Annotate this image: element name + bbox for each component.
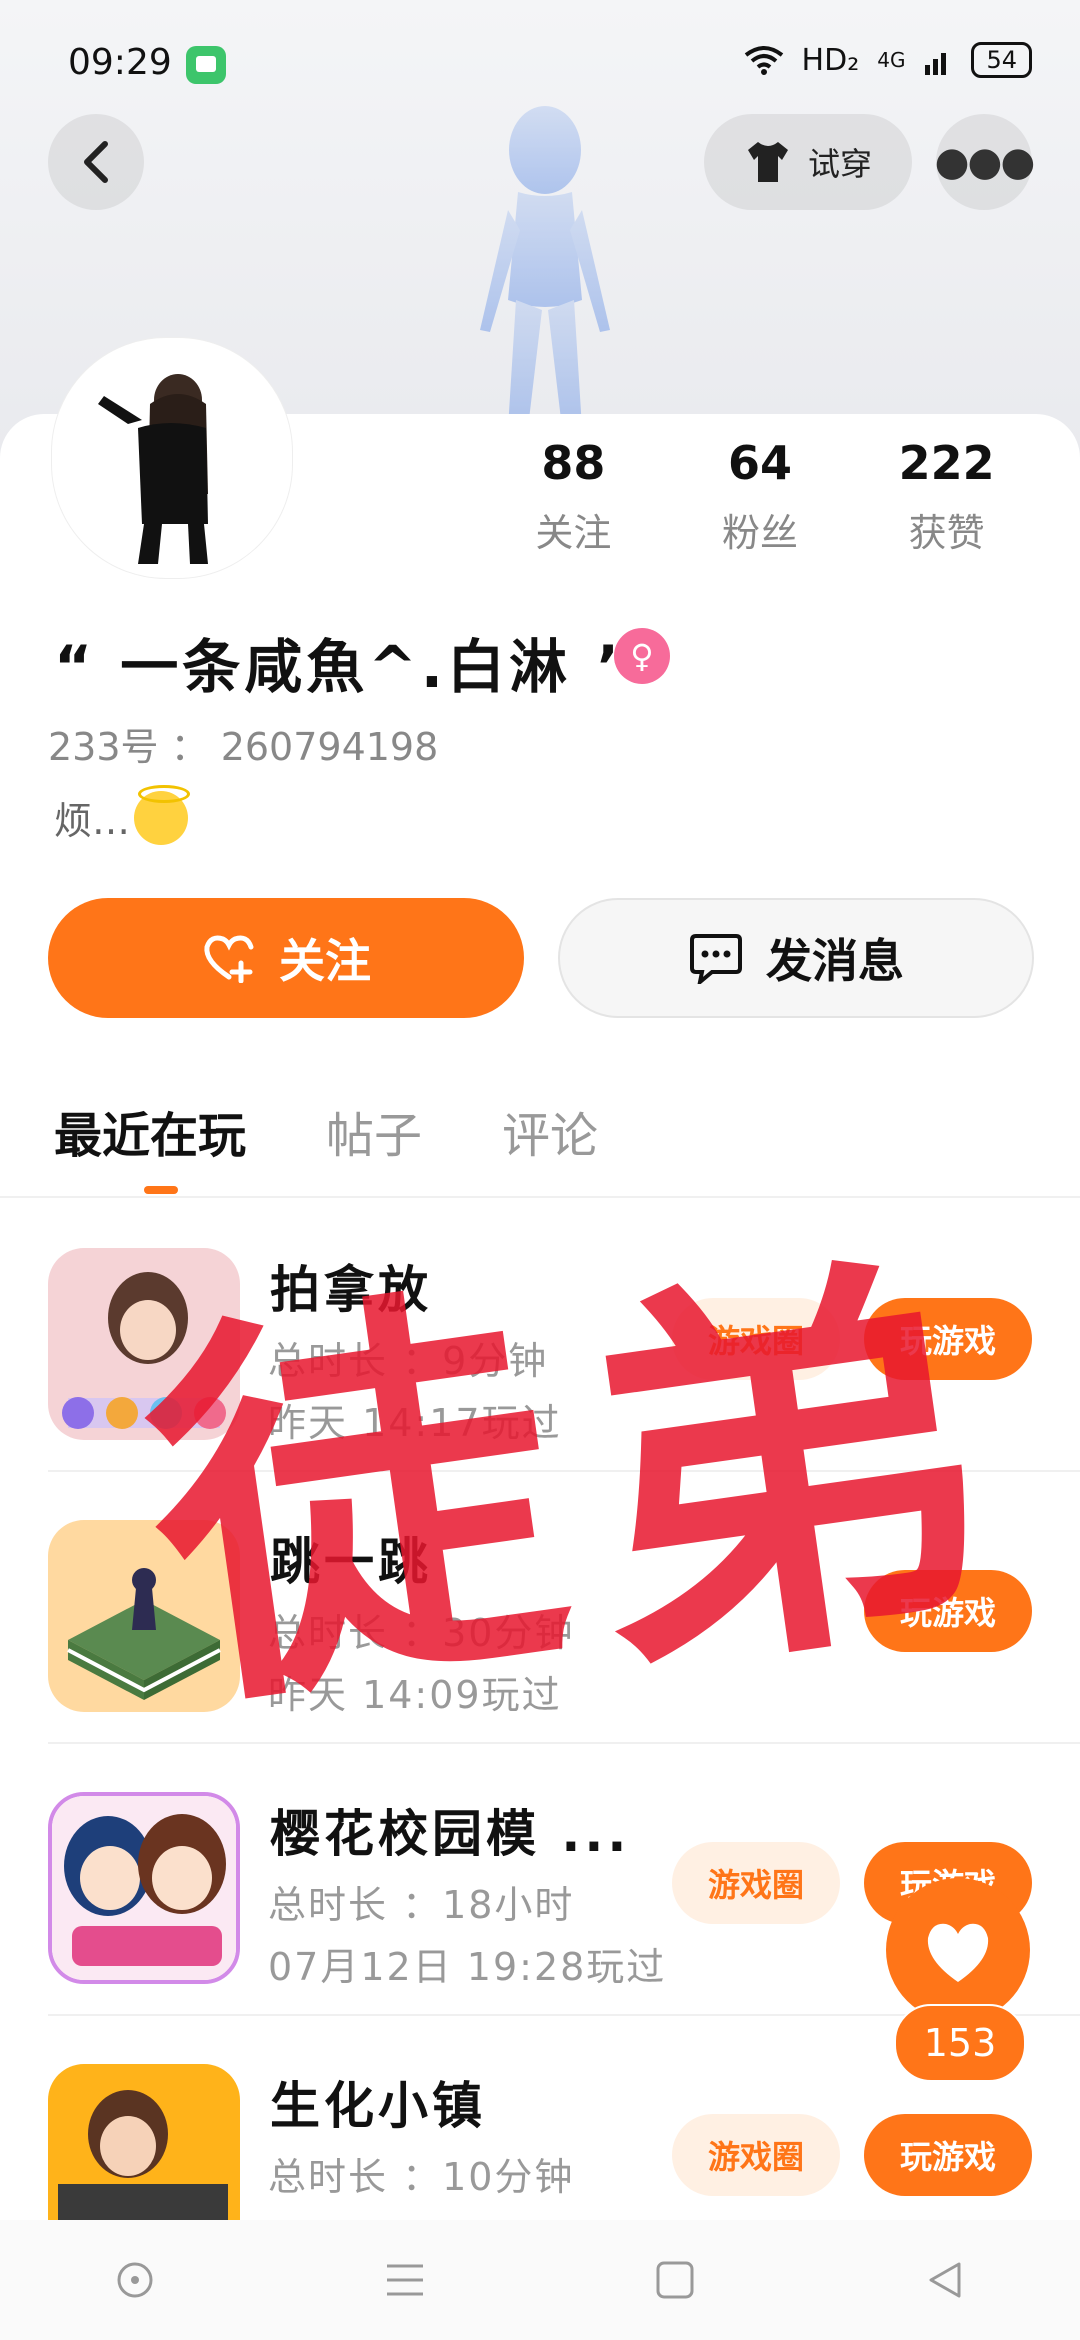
stat-value: 222 <box>898 436 995 490</box>
profile-bio: 烦… <box>54 784 191 845</box>
back-button[interactable] <box>48 114 144 210</box>
more-options-button[interactable]: ●●● <box>934 114 1036 210</box>
game-last-played: 07月12日 19:28玩过 <box>268 1945 667 1989</box>
status-time: 09:29 <box>68 42 172 83</box>
more-icon: ●●● <box>934 139 1036 185</box>
send-message-button[interactable]: 发消息 <box>558 898 1034 1018</box>
heart-icon <box>927 1923 989 1982</box>
menu-icon <box>387 2264 423 2296</box>
stat-value: 88 <box>541 436 606 490</box>
stat-label: 获赞 <box>908 511 985 555</box>
tab-recently-played[interactable]: 最近在玩 <box>54 1096 246 1166</box>
play-game-button[interactable]: 玩游戏 <box>864 2114 1032 2196</box>
circle-dot-icon <box>117 2262 153 2298</box>
tshirt-icon <box>747 142 788 182</box>
stat-following[interactable]: 88 关注 <box>480 436 667 557</box>
try-on-button[interactable]: 试穿 <box>704 114 912 210</box>
stat-label: 粉丝 <box>722 511 799 555</box>
game-circle-button[interactable]: 游戏圈 <box>672 2114 840 2196</box>
avatar-hologram <box>480 106 610 428</box>
user-id: 233号 ： 260794198 <box>48 725 439 769</box>
game-icon-sakura-school <box>48 1792 240 1984</box>
profile-stats: 88 关注 64 粉丝 222 获赞 <box>480 436 1040 557</box>
game-icon-biohazard-town <box>48 2064 240 2220</box>
stat-value: 64 <box>728 436 793 490</box>
wifi-icon <box>744 46 783 75</box>
like-count-badge: 153 <box>894 2004 1026 2082</box>
game-total-time: 总时长 ：18小时 <box>268 1883 575 1927</box>
signal-icon <box>925 53 947 75</box>
battery-indicator: 54 <box>971 42 1032 78</box>
watermark-char: 弟 <box>553 1212 1016 1734</box>
profile-nickname: “ 一条咸魚^.白淋 ” <box>54 633 638 701</box>
network-label: HD₂ <box>801 42 860 78</box>
stat-followers[interactable]: 64 粉丝 <box>667 436 854 557</box>
bio-text: 烦… <box>54 799 131 843</box>
assistant-nav-button[interactable] <box>105 2250 165 2310</box>
game-circle-button[interactable]: 游戏圈 <box>672 1842 840 1924</box>
floating-like-button[interactable] <box>886 1878 1030 2022</box>
avatar-image <box>58 344 286 572</box>
game-title: 生化小镇 <box>270 2077 486 2135</box>
try-on-label: 试穿 <box>807 145 872 183</box>
follow-label: 关注 <box>279 934 371 988</box>
game-total-time: 总时长 ：10分钟 <box>268 2155 575 2199</box>
active-tab-indicator <box>144 1186 178 1194</box>
send-message-label: 发消息 <box>766 934 904 988</box>
square-icon <box>656 2261 694 2299</box>
triangle-back-icon <box>929 2262 961 2298</box>
follow-button[interactable]: 关注 <box>48 898 524 1018</box>
signal-type: 4G <box>877 48 906 72</box>
status-indicators: HD₂ 4G 54 <box>744 42 1032 78</box>
chevron-left-icon <box>84 141 108 183</box>
tab-posts[interactable]: 帖子 <box>326 1096 422 1166</box>
stat-likes[interactable]: 222 获赞 <box>853 436 1040 557</box>
menu-nav-button[interactable] <box>375 2250 435 2310</box>
system-navigation-bar <box>0 2220 1080 2340</box>
tab-comments[interactable]: 评论 <box>502 1096 598 1166</box>
avatar[interactable] <box>52 338 292 578</box>
profile-tabs: 最近在玩 帖子 评论 <box>54 1096 598 1166</box>
home-nav-button[interactable] <box>645 2250 705 2310</box>
chat-bubble-icon <box>690 934 742 984</box>
message-notification-icon <box>186 46 226 84</box>
stat-label: 关注 <box>535 511 612 555</box>
smiling-halo-emoji-icon <box>134 784 191 845</box>
heart-plus-icon <box>204 935 254 983</box>
back-nav-button[interactable] <box>915 2250 975 2310</box>
game-title: 樱花校园模 ... <box>270 1805 631 1863</box>
watermark-char: 徒 <box>123 1242 586 1764</box>
gender-female-icon: ♀ <box>614 628 670 684</box>
